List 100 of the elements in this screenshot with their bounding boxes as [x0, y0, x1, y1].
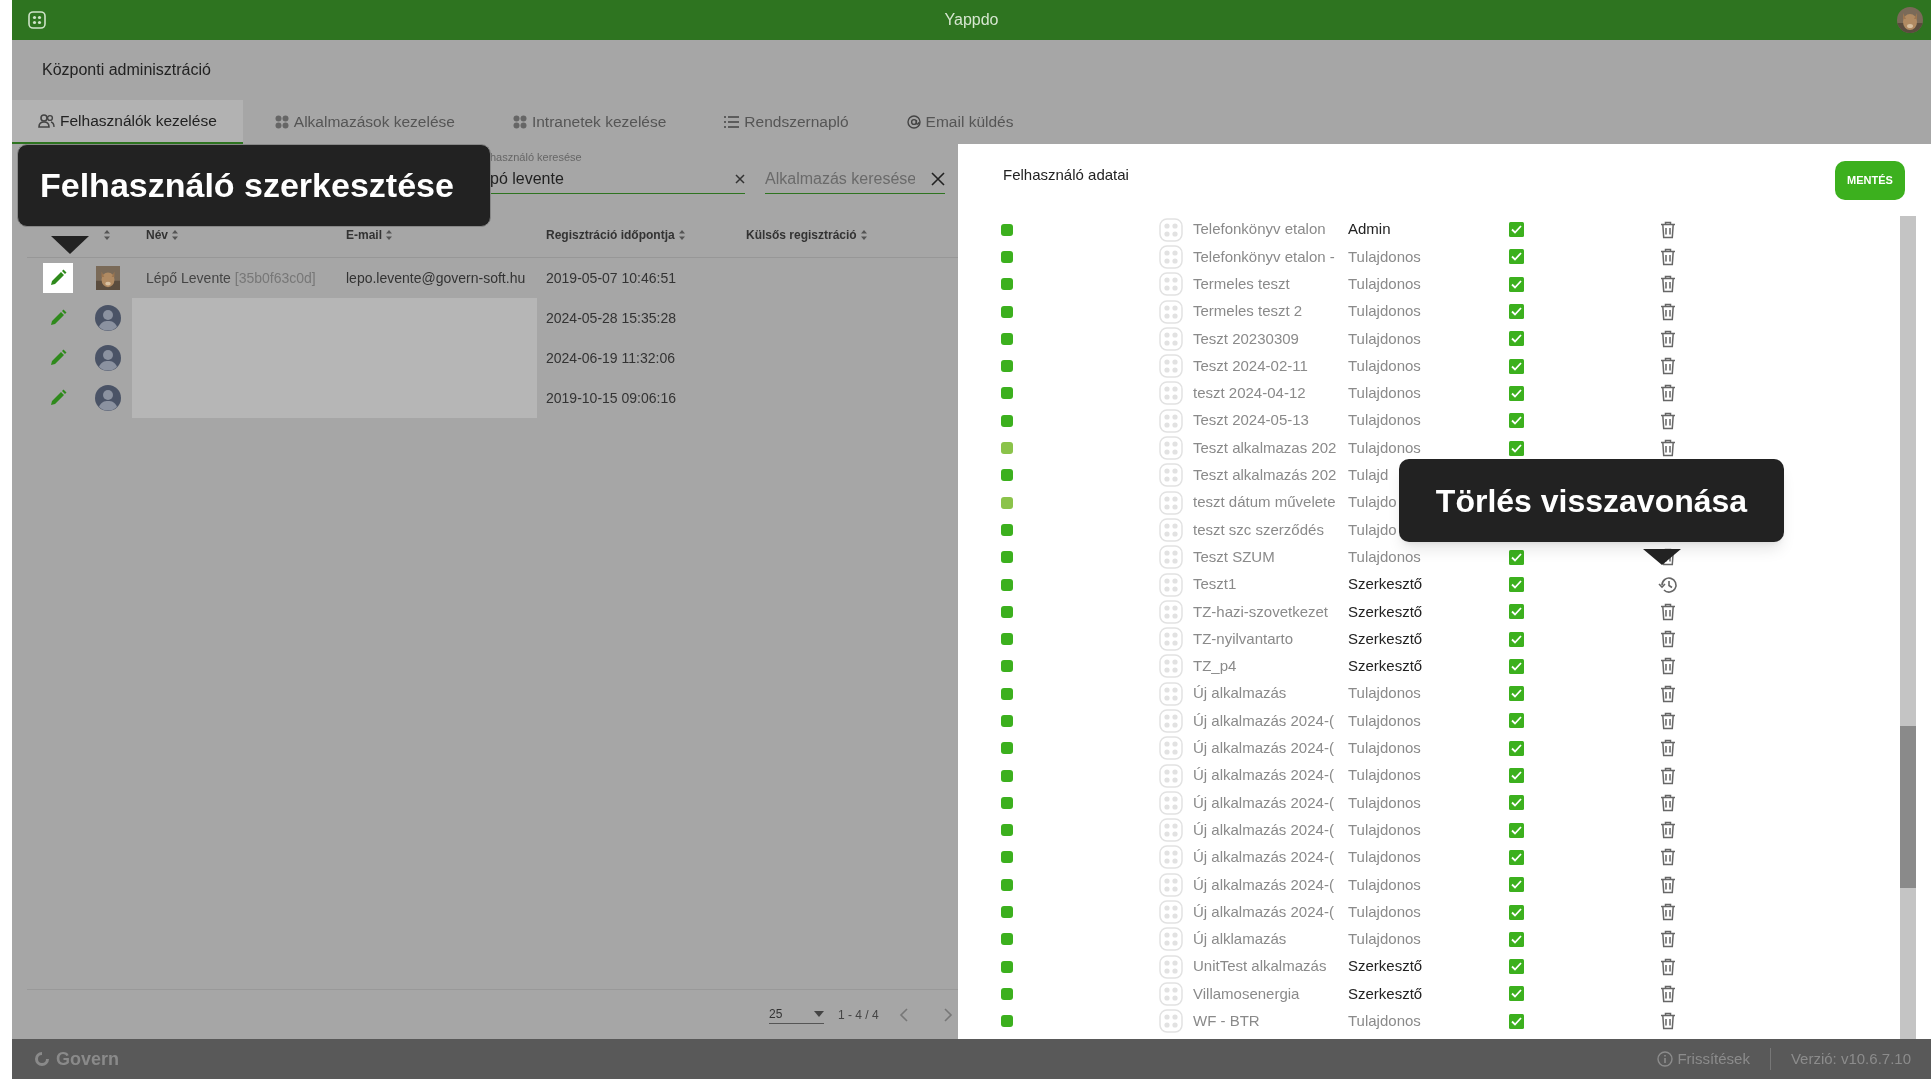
trash-icon[interactable] [1660, 930, 1676, 949]
tab[interactable]: Alkalmazások kezelése [248, 100, 481, 144]
users-icon [38, 114, 55, 128]
app-role: Tulajdonos [1348, 383, 1421, 404]
trash-icon[interactable] [1660, 684, 1676, 703]
app-role: Tulajdo [1348, 519, 1397, 540]
trash-icon[interactable] [1660, 1012, 1676, 1031]
checkbox[interactable] [1508, 276, 1524, 292]
trash-icon[interactable] [1660, 302, 1676, 321]
trash-icon[interactable] [1660, 821, 1676, 840]
arrow-tooltip [1643, 549, 1681, 565]
column-header[interactable]: Név [146, 225, 346, 244]
checkbox[interactable] [1508, 959, 1524, 975]
at-icon [906, 115, 921, 129]
checkbox[interactable] [1508, 768, 1524, 784]
checkbox[interactable] [1508, 1013, 1524, 1029]
app-name: Teszt alkalmazas 202 [1193, 437, 1338, 458]
checkbox[interactable] [1508, 686, 1524, 702]
trash-icon[interactable] [1660, 275, 1676, 294]
apps-menu-icon[interactable] [28, 11, 46, 29]
app-name: TZ_p4 [1193, 656, 1238, 677]
checkbox[interactable] [1508, 658, 1524, 674]
trash-icon[interactable] [1660, 630, 1676, 649]
checkbox[interactable] [1508, 413, 1524, 429]
trash-icon[interactable] [1660, 793, 1676, 812]
tab[interactable]: Intranetek kezelése [486, 100, 693, 144]
app-search-field[interactable]: Alkalmazás keresése [765, 167, 945, 194]
tab[interactable]: Felhasználók kezelése [12, 100, 243, 144]
checkbox[interactable] [1508, 877, 1524, 893]
checkbox[interactable] [1508, 385, 1524, 401]
avatar-icon [95, 385, 121, 411]
checkbox[interactable] [1508, 358, 1524, 374]
checkbox[interactable] [1508, 222, 1524, 238]
checkbox[interactable] [1508, 822, 1524, 838]
checkbox[interactable] [1508, 631, 1524, 647]
checkbox[interactable] [1508, 931, 1524, 947]
trash-icon[interactable] [1660, 712, 1676, 730]
app-role: Tulajdonos [1348, 847, 1421, 868]
trash-icon[interactable] [1660, 384, 1676, 403]
trash-icon[interactable] [1660, 247, 1676, 266]
checkbox[interactable] [1508, 440, 1524, 456]
app-icon [1159, 709, 1183, 733]
trash-icon[interactable] [1660, 439, 1676, 457]
app-icon [1159, 354, 1183, 379]
app-icon [1159, 572, 1183, 597]
checkbox[interactable] [1508, 740, 1524, 756]
app-name: teszt dátum művelete [1193, 492, 1337, 513]
tab[interactable]: Rendszernapló [698, 100, 875, 144]
column-header[interactable]: E-mail [346, 225, 546, 244]
sort-icon[interactable] [104, 229, 110, 240]
page-size-select[interactable]: 25 [769, 1005, 824, 1024]
app-icon [1159, 272, 1183, 297]
tab[interactable]: Email küldés [880, 100, 1040, 144]
checkbox[interactable] [1508, 713, 1524, 729]
clear-icon[interactable] [735, 174, 745, 184]
checkbox[interactable] [1508, 604, 1524, 620]
trash-icon[interactable] [1660, 602, 1676, 621]
scrollbar[interactable] [1900, 216, 1916, 1039]
trash-icon[interactable] [1660, 957, 1676, 976]
close-icon[interactable] [931, 172, 945, 186]
checkbox[interactable] [1508, 249, 1524, 265]
checkbox[interactable] [1508, 849, 1524, 865]
restore-icon[interactable] [1658, 575, 1678, 594]
search-input[interactable]: Alkalmazás keresése [765, 167, 915, 191]
chevron-right-icon[interactable] [942, 1007, 953, 1022]
trash-icon[interactable] [1660, 766, 1676, 785]
app-role: Tulajdonos [1348, 301, 1421, 322]
app-icon [1159, 845, 1183, 870]
app-icon [1159, 954, 1183, 979]
trash-icon[interactable] [1660, 739, 1676, 758]
sort-icon[interactable] [678, 230, 685, 241]
checkbox[interactable] [1508, 304, 1524, 320]
trash-icon[interactable] [1660, 357, 1676, 376]
scrollbar-thumb[interactable] [1900, 726, 1916, 888]
app-role: Tulajd [1348, 465, 1389, 486]
trash-icon[interactable] [1660, 411, 1676, 430]
edit-button[interactable] [43, 263, 73, 293]
trash-icon[interactable] [1660, 984, 1676, 1003]
checkbox[interactable] [1508, 795, 1524, 811]
checkbox[interactable] [1508, 549, 1524, 565]
trash-icon[interactable] [1660, 220, 1676, 239]
checkbox[interactable] [1508, 577, 1524, 592]
user-avatar[interactable] [1897, 7, 1923, 33]
trash-icon[interactable] [1660, 875, 1676, 894]
trash-icon[interactable] [1660, 903, 1676, 922]
chevron-left-icon[interactable] [898, 1007, 909, 1022]
sort-icon[interactable] [860, 230, 867, 241]
trash-icon[interactable] [1660, 329, 1676, 348]
save-button[interactable]: MENTÉS [1835, 161, 1905, 200]
checkbox[interactable] [1508, 331, 1524, 347]
column-header[interactable]: Külsős regisztráció [746, 225, 946, 244]
pencil-icon [49, 389, 67, 407]
trash-icon[interactable] [1660, 848, 1676, 867]
field-label: használó keresése [490, 152, 583, 163]
sort-icon[interactable] [172, 230, 178, 241]
checkbox[interactable] [1508, 986, 1524, 1002]
trash-icon[interactable] [1660, 657, 1676, 676]
sort-icon[interactable] [386, 230, 392, 241]
checkbox[interactable] [1508, 904, 1524, 920]
column-header[interactable]: Regisztráció időpontja [546, 225, 746, 244]
